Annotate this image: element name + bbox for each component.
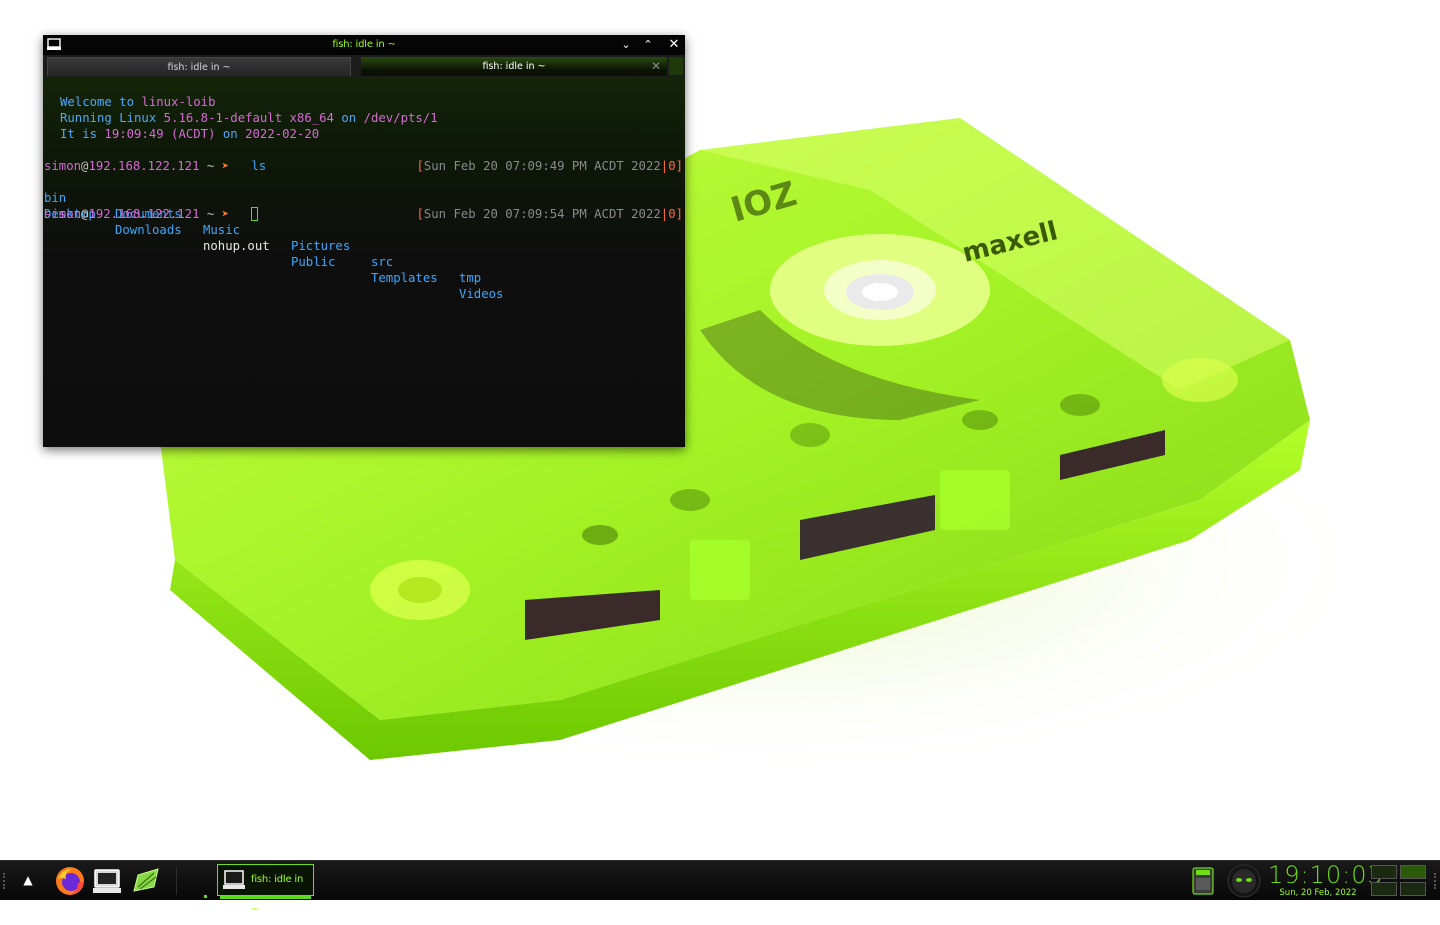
right-prompt-2: [Sun Feb 20 07:09:54 PM ACDT 2022|0] xyxy=(416,207,683,221)
desktop-pager-3[interactable] xyxy=(1371,882,1397,896)
task-active-indicator xyxy=(220,896,311,899)
motd-running: Running Linux 5.16.8-1-default x86_64 on… xyxy=(60,111,438,125)
right-prompt-1: [Sun Feb 20 07:09:49 PM ACDT 2022|0] xyxy=(416,159,683,173)
close-button[interactable]: ✕ xyxy=(664,35,684,55)
prompt-arrow-icon: ➤ xyxy=(221,207,230,221)
tab-close-button[interactable]: ✕ xyxy=(649,57,663,75)
new-tab-corner[interactable] xyxy=(669,57,683,75)
ls-entry: Downloads xyxy=(115,223,182,237)
panel-handle-right[interactable] xyxy=(1434,873,1438,889)
motd-time: It is 19:09:49 (ACDT) on 2022-02-20 xyxy=(60,127,320,141)
ls-entry: tmp xyxy=(459,271,482,285)
up-arrow-icon[interactable]: ▲ xyxy=(18,870,38,890)
prompt-arrow-icon: ➤ xyxy=(221,159,230,173)
prompt-line-1: simon@192.168.122.121 ~ ➤ ls xyxy=(44,159,267,173)
text-editor-icon[interactable] xyxy=(130,865,162,897)
command-text: ls xyxy=(251,159,267,173)
prompt-line-2[interactable]: simon@192.168.122.121 ~ ➤ xyxy=(44,206,259,222)
ls-entry: Templates xyxy=(371,271,438,285)
ls-output-row-2: Desktop Downloads nohup.out Public Templ… xyxy=(44,190,503,301)
motd-welcome: Welcome to linux-loib xyxy=(60,95,216,109)
desktop-pager-2[interactable] xyxy=(1400,865,1426,879)
ls-entry: nohup.out xyxy=(203,239,270,253)
ls-entry: Videos xyxy=(459,287,504,301)
minimize-button[interactable]: ⌄ xyxy=(616,35,636,55)
tab-bar: fish: idle in ~ fish: idle in ~ xyxy=(43,55,685,77)
terminal-output[interactable]: Welcome to linux-loib Running Linux 5.16… xyxy=(43,77,685,447)
ls-entry: Pictures xyxy=(291,239,351,253)
terminal-icon[interactable] xyxy=(91,865,123,897)
desktop-pager-1[interactable] xyxy=(1371,865,1397,879)
storage-icon[interactable] xyxy=(1190,866,1216,896)
ls-output-row-1: bin Documents Music Pictures src tmp xyxy=(44,174,481,285)
clock-time[interactable]: 19:10:03 xyxy=(1268,861,1383,889)
terminal-window[interactable]: fish: idle in ~ ⌄ ⌃ ✕ fish: idle in ~ fi… xyxy=(43,35,685,447)
ls-entry: Public xyxy=(291,255,336,269)
text-cursor xyxy=(251,207,259,221)
taskbar-separator xyxy=(176,867,177,895)
taskbar-task-terminal[interactable]: fish: idle in ~ xyxy=(217,864,314,915)
firefox-icon[interactable] xyxy=(54,865,86,897)
taskbar: ▲ fish: idle in ~ 19:10:03 Sun, 20 Feb, … xyxy=(0,860,1440,915)
maximize-button[interactable]: ⌃ xyxy=(638,35,658,55)
window-titlebar[interactable]: fish: idle in ~ ⌄ ⌃ ✕ xyxy=(43,35,685,55)
user-avatar-icon[interactable] xyxy=(1226,863,1262,899)
window-title: fish: idle in ~ xyxy=(332,39,396,50)
panel-handle[interactable] xyxy=(3,873,7,889)
task-label: fish: idle in ~ xyxy=(251,874,304,915)
ls-entry: Music xyxy=(203,223,241,237)
desktop-pager-4[interactable] xyxy=(1400,882,1426,896)
ls-entry: src xyxy=(371,255,394,269)
clock-date[interactable]: Sun, 20 Feb, 2022 xyxy=(1268,888,1368,898)
tab-2[interactable]: fish: idle in ~ xyxy=(361,57,667,76)
tab-1[interactable]: fish: idle in ~ xyxy=(47,57,351,76)
task-indicator xyxy=(204,895,207,898)
terminal-icon xyxy=(222,868,246,905)
